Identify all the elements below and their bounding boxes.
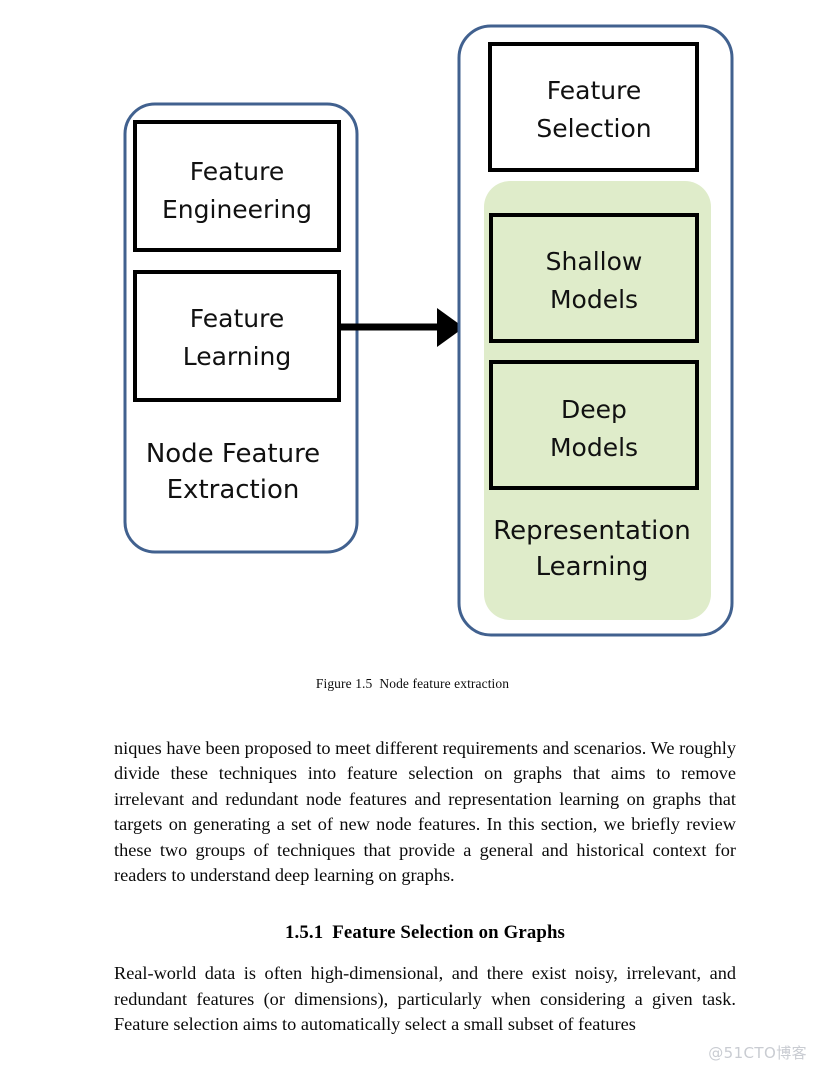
section-title: Feature Selection on Graphs <box>332 922 566 944</box>
box-feature-engineering: Feature Engineering <box>133 120 341 252</box>
section-heading: 1.5.1 Feature Selection on Graphs <box>114 922 736 944</box>
box-deep-models: Deep Models <box>489 360 699 490</box>
right-container-group: Feature Selection Shallow Models Deep Mo… <box>457 24 734 637</box>
group-representation-learning: Shallow Models Deep Models Representatio… <box>484 181 711 620</box>
box-feature-selection: Feature Selection <box>488 42 699 172</box>
figure-caption-text: Node feature extraction <box>379 676 510 691</box>
box-feature-engineering-rect <box>133 120 341 252</box>
box-feature-selection-line2: Selection <box>536 114 651 143</box>
document-body: niques have been proposed to meet differ… <box>114 736 736 1038</box>
watermark: @51CTO博客 <box>708 1044 807 1062</box>
box-shallow-models-line2: Models <box>550 285 638 314</box>
box-shallow-models: Shallow Models <box>489 213 699 343</box>
figure-diagram-svg: Feature Engineering Feature Learning Nod… <box>123 24 734 637</box>
figure-node-feature-extraction: Feature Engineering Feature Learning Nod… <box>0 0 825 660</box>
box-shallow-models-rect <box>489 213 699 343</box>
box-feature-learning: Feature Learning <box>133 270 341 402</box>
box-feature-selection-line1: Feature <box>547 76 641 105</box>
left-container-label-line2: Extraction <box>167 475 300 505</box>
box-feature-selection-rect <box>488 42 699 172</box>
box-feature-learning-line1: Feature <box>190 304 284 333</box>
left-container-label-line1: Node Feature <box>146 439 320 469</box>
box-feature-engineering-line2: Engineering <box>162 195 312 224</box>
figure-caption: Figure 1.5 Node feature extraction <box>0 676 825 692</box>
paragraph-continuation: niques have been proposed to meet differ… <box>114 738 736 886</box>
box-feature-learning-rect <box>133 270 341 402</box>
box-deep-models-line1: Deep <box>561 395 627 424</box>
paragraph-feature-selection: Real-world data is often high-dimensiona… <box>114 963 736 1035</box>
group-representation-learning-label-line1: Representation <box>493 516 690 546</box>
left-container-group: Feature Engineering Feature Learning Nod… <box>123 102 359 554</box>
group-representation-learning-label-line2: Learning <box>536 552 649 582</box>
section-number: 1.5.1 <box>284 922 324 944</box>
box-deep-models-rect <box>489 360 699 490</box>
box-feature-engineering-line1: Feature <box>190 157 284 186</box>
figure-caption-number: Figure 1.5 <box>315 676 373 691</box>
section-heading-block: 1.5.1 Feature Selection on Graphs <box>114 922 736 944</box>
box-deep-models-line2: Models <box>550 433 638 462</box>
box-feature-learning-line2: Learning <box>183 342 292 371</box>
box-shallow-models-line1: Shallow <box>546 247 643 276</box>
